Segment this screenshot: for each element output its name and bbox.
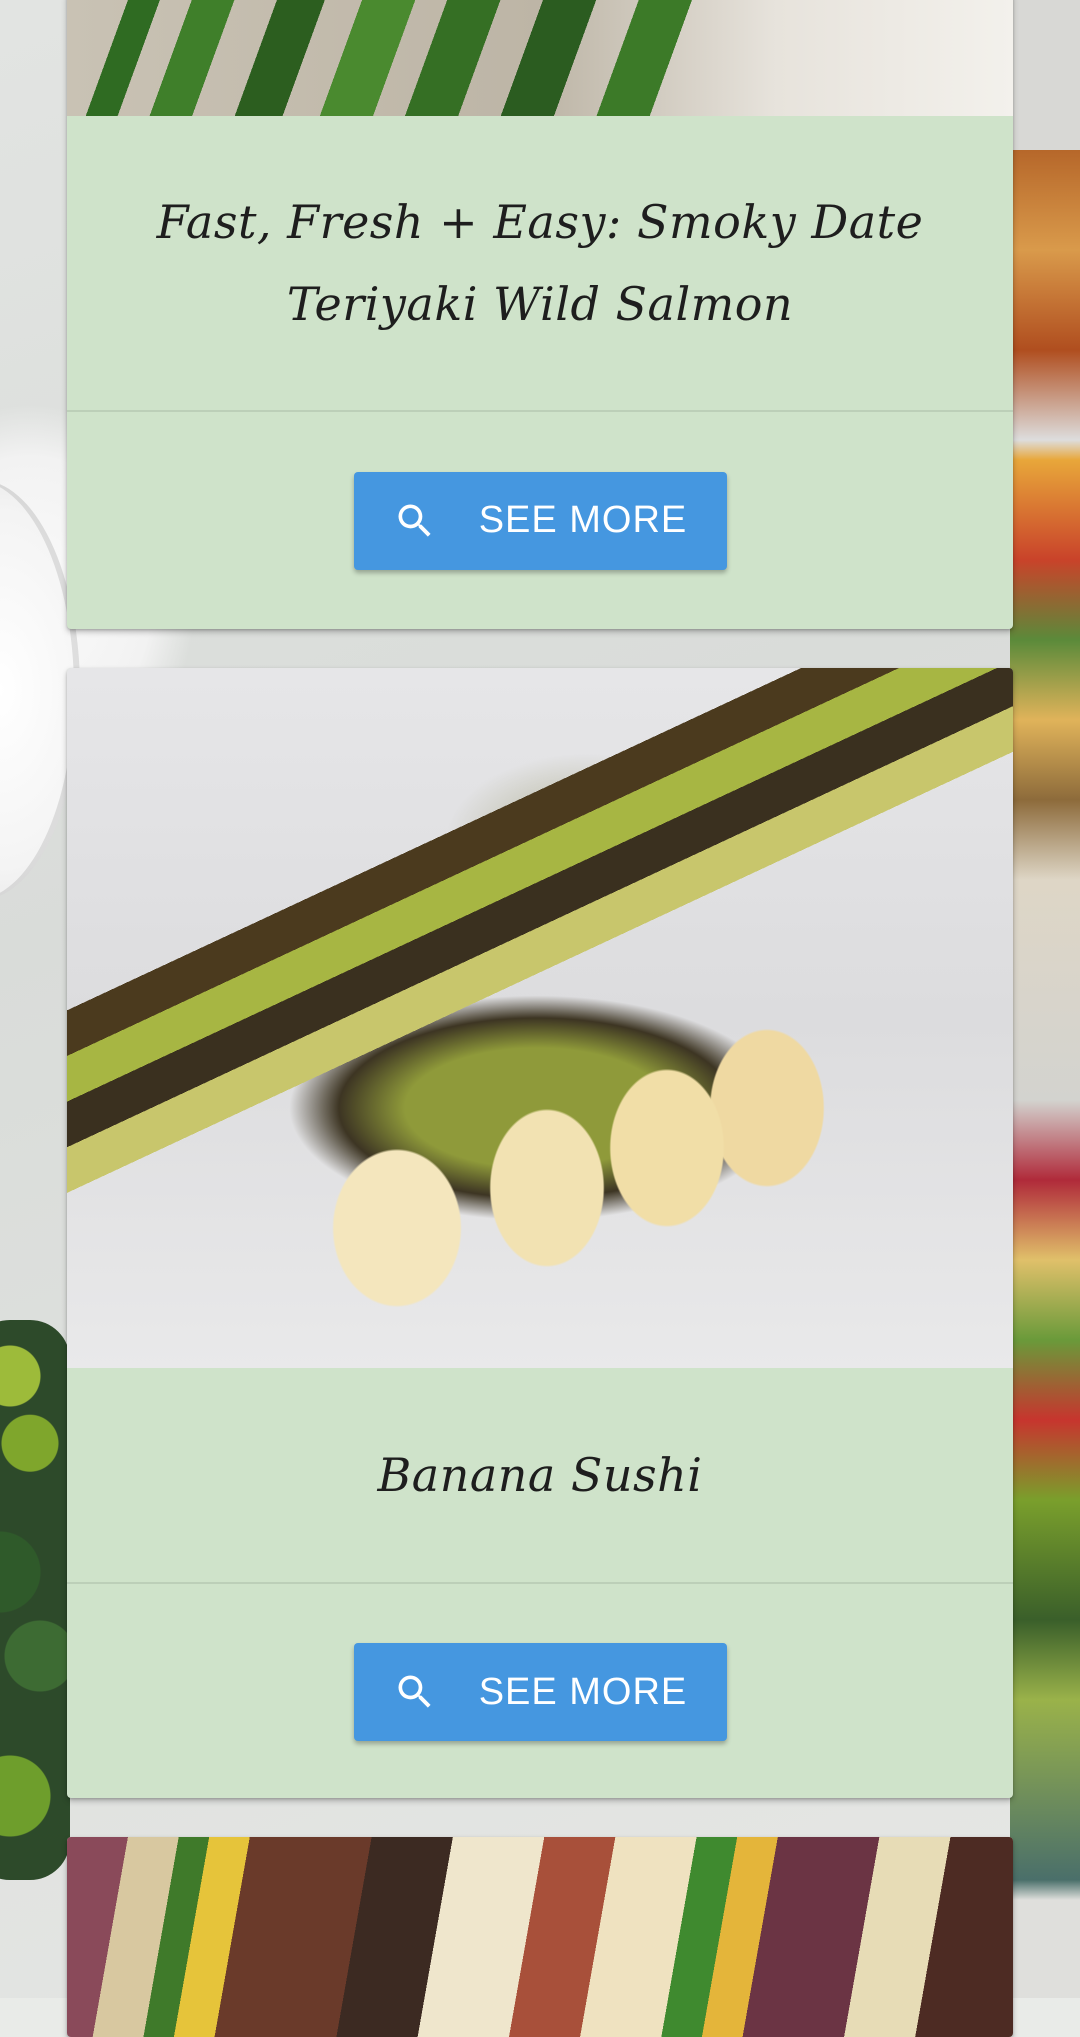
recipe-card [67,1837,1013,2037]
search-icon [398,504,431,537]
search-icon [398,1675,431,1708]
background-food-image [1010,0,1080,1998]
card-actions: SEE MORE [67,1584,1013,1798]
recipe-card: Banana Sushi SEE MORE [67,668,1013,1798]
background-greens-image [0,1320,70,1880]
recipe-title: Banana Sushi [377,1448,703,1502]
see-more-label: SEE MORE [478,1670,688,1713]
recipe-title: Fast, Fresh + Easy: Smoky Date Teriyaki … [156,195,924,331]
recipe-title-area: Banana Sushi [67,1368,1013,1582]
recipe-card: Fast, Fresh + Easy: Smoky Date Teriyaki … [67,0,1013,629]
recipe-image[interactable] [67,0,1013,116]
see-more-button[interactable]: SEE MORE [353,1643,727,1741]
see-more-button[interactable]: SEE MORE [353,471,727,570]
recipe-image[interactable] [67,668,1013,1368]
see-more-label: SEE MORE [478,499,688,541]
recipe-image[interactable] [67,1837,1013,2037]
recipe-title-area: Fast, Fresh + Easy: Smoky Date Teriyaki … [67,116,1013,410]
card-actions: SEE MORE [67,412,1013,629]
